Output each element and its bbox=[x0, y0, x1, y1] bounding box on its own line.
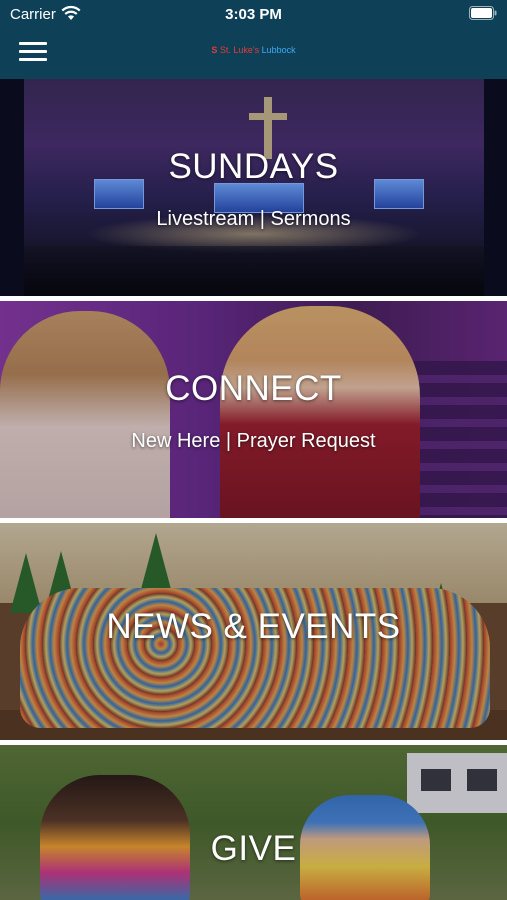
connect-title: CONNECT bbox=[165, 369, 342, 408]
news-events-title: NEWS & EVENTS bbox=[106, 607, 401, 646]
battery-icon bbox=[469, 6, 497, 20]
give-title: GIVE bbox=[210, 829, 297, 868]
sundays-tile[interactable]: SUNDAYS Livestream | Sermons bbox=[0, 79, 507, 296]
logo-text-primary: St. Luke's bbox=[219, 45, 262, 55]
sundays-title: SUNDAYS bbox=[168, 147, 339, 186]
connect-tile[interactable]: CONNECT New Here | Prayer Request bbox=[0, 301, 507, 518]
logo-text-secondary: Lubbock bbox=[261, 45, 296, 55]
church-logo: S St. Luke's Lubbock bbox=[0, 45, 507, 55]
news-events-tile[interactable]: NEWS & EVENTS bbox=[0, 523, 507, 740]
top-bar: Carrier 3:03 PM S St. Luke's Lubbock bbox=[0, 0, 507, 79]
status-bar: Carrier 3:03 PM bbox=[0, 0, 507, 28]
sundays-subtitle: Livestream | Sermons bbox=[156, 208, 351, 230]
give-tile[interactable]: GIVE bbox=[0, 745, 507, 900]
status-time: 3:03 PM bbox=[225, 6, 282, 23]
connect-subtitle: New Here | Prayer Request bbox=[131, 430, 376, 452]
logo-mark: S bbox=[211, 45, 218, 55]
